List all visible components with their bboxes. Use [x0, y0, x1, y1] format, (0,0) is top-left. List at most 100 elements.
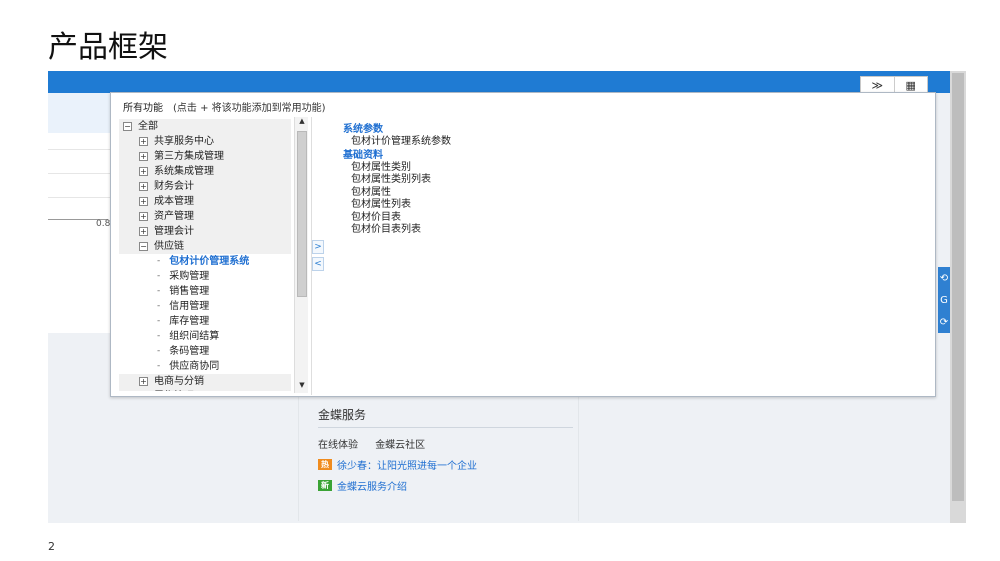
tree-node[interactable]: − 全部 [119, 119, 291, 134]
function-item[interactable]: 包材属性 [343, 187, 451, 200]
bullet-icon: - [157, 316, 161, 326]
collapse-left-icon[interactable]: < [312, 257, 324, 271]
popup-title: 所有功能 [123, 103, 163, 114]
service-title: 金蝶服务 [318, 406, 573, 428]
grid-line [48, 149, 113, 150]
expand-icon[interactable]: + [139, 152, 148, 161]
tree-node-label: 包材计价管理系统 [169, 256, 250, 267]
tree-node-label: 条码管理 [169, 346, 210, 357]
refresh-icon[interactable]: ⟲ [940, 273, 948, 284]
function-item[interactable]: 包材价目表列表 [343, 224, 451, 237]
tree-scrollbar-thumb[interactable] [297, 131, 307, 297]
page-scrollbar-thumb[interactable] [952, 73, 964, 501]
expand-icon[interactable]: ≫ [861, 77, 894, 93]
tree-node[interactable]: − 供应链 [119, 239, 291, 254]
tree-node[interactable]: - 销售管理 [119, 284, 291, 299]
column-separator [578, 391, 579, 521]
tree-node[interactable]: + 第三方集成管理 [119, 149, 291, 164]
news-link[interactable]: 徐少春：让阳光照进每一个企业 [337, 457, 477, 472]
popup-header: 所有功能 (点击 + 将该功能添加到常用功能) [123, 99, 326, 114]
collapse-icon[interactable]: − [139, 242, 148, 251]
community-link[interactable]: 金蝶云社区 [375, 440, 425, 451]
tree-node[interactable]: - 组织间结算 [119, 329, 291, 344]
tree-node[interactable]: + 资产管理 [119, 209, 291, 224]
section-title-params: 系统参数 [343, 124, 383, 135]
online-trial-link[interactable]: 在线体验 [318, 440, 358, 451]
tree-node-label: 销售管理 [169, 286, 210, 297]
tree-node-label: 信用管理 [169, 301, 210, 312]
panel-splitter [311, 117, 312, 395]
tree-node-label: 共享服务中心 [154, 136, 214, 147]
section-title-basic-data: 基础资料 [343, 149, 383, 161]
grid-line [48, 173, 113, 174]
axis-tick-label: 0.8 [96, 219, 111, 229]
background-band [48, 93, 113, 133]
tree-node-label: 零售管理 [154, 389, 194, 391]
function-item[interactable]: 包材计价管理系统参数 [343, 136, 451, 149]
expand-icon[interactable]: + [139, 167, 148, 176]
expand-icon[interactable]: + [139, 197, 148, 206]
tree-node-label: 第三方集成管理 [154, 151, 224, 162]
expand-icon[interactable]: + [139, 182, 148, 191]
function-item[interactable]: 包材属性类别列表 [343, 174, 451, 187]
news-item[interactable]: 新 金蝶云服务介绍 [318, 478, 573, 493]
tree-node-label: 资产管理 [154, 211, 194, 222]
expand-icon[interactable]: + [139, 377, 148, 386]
tree-node[interactable]: - 信用管理 [119, 299, 291, 314]
tree-node-label: 管理会计 [154, 226, 194, 237]
tree-node[interactable]: - 条码管理 [119, 344, 291, 359]
page-number: 2 [48, 540, 55, 553]
bullet-icon: - [157, 256, 161, 266]
bullet-icon: - [157, 271, 161, 281]
expand-icon[interactable]: + [139, 137, 148, 146]
sync-icon[interactable]: ⟳ [940, 317, 948, 328]
tree-node[interactable]: + 共享服务中心 [119, 134, 291, 149]
tree-node[interactable]: + 管理会计 [119, 224, 291, 239]
scroll-up-icon[interactable]: ▲ [295, 117, 309, 129]
function-item[interactable]: 包材属性列表 [343, 199, 451, 212]
tree-node-label: 采购管理 [169, 271, 210, 282]
tree-node-label: 全部 [138, 121, 158, 132]
expand-icon[interactable]: + [139, 227, 148, 236]
tree-node-label: 财务会计 [154, 181, 194, 192]
logo-icon[interactable]: G [940, 295, 948, 306]
tree-node[interactable]: + 电商与分销 [119, 374, 291, 389]
expand-icon[interactable]: + [139, 212, 148, 221]
side-tool-tabs: ⟲ G ⟳ [938, 267, 950, 333]
tree-node[interactable]: +零售管理 [119, 389, 291, 391]
popup-hint: (点击 + 将该功能添加到常用功能) [173, 103, 326, 114]
tree-node-label: 组织间结算 [169, 331, 220, 342]
new-badge-icon: 新 [318, 480, 332, 491]
bullet-icon: - [157, 286, 161, 296]
column-separator [298, 391, 299, 521]
collapse-icon[interactable]: − [123, 122, 132, 131]
function-item[interactable]: 包材属性类别 [343, 162, 451, 175]
tree-node[interactable]: + 财务会计 [119, 179, 291, 194]
tree-node[interactable]: - 包材计价管理系统 [119, 254, 291, 269]
news-item[interactable]: 热 徐少春：让阳光照进每一个企业 [318, 457, 573, 472]
tree-scrollbar[interactable]: ▲ ▼ [294, 117, 308, 393]
function-detail: 系统参数 包材计价管理系统参数 基础资料 包材属性类别 包材属性类别列表 包材属… [343, 123, 451, 237]
function-item[interactable]: 包材价目表 [343, 212, 451, 225]
slide-title: 产品框架 [48, 30, 168, 65]
bullet-icon: - [157, 361, 161, 371]
tree-node[interactable]: - 采购管理 [119, 269, 291, 284]
tree-node-label: 系统集成管理 [154, 166, 214, 177]
tree-node-label: 库存管理 [169, 316, 210, 327]
tree-node[interactable]: + 成本管理 [119, 194, 291, 209]
top-bar: ≫ ▦ [48, 71, 966, 94]
expand-right-icon[interactable]: > [312, 240, 324, 254]
page-scrollbar[interactable] [950, 71, 966, 523]
tree-node-label: 成本管理 [154, 196, 194, 207]
tree-node[interactable]: + 系统集成管理 [119, 164, 291, 179]
grid-icon[interactable]: ▦ [893, 77, 928, 93]
tree-node[interactable]: - 供应商协同 [119, 359, 291, 374]
bullet-icon: - [157, 301, 161, 311]
grid-line [48, 197, 113, 198]
service-panel: 金蝶服务 在线体验 金蝶云社区 热 徐少春：让阳光照进每一个企业 新 金蝶云服务… [318, 406, 573, 493]
function-tree: − 全部 + 共享服务中心 + 第三方集成管理 + 系统集成管理 + 财务会计 + 成本管理 + 资产管理… [119, 119, 297, 391]
tree-node-label: 供应商协同 [169, 361, 220, 372]
tree-node[interactable]: - 库存管理 [119, 314, 291, 329]
news-link[interactable]: 金蝶云服务介绍 [337, 478, 407, 493]
scroll-down-icon[interactable]: ▼ [295, 381, 309, 393]
